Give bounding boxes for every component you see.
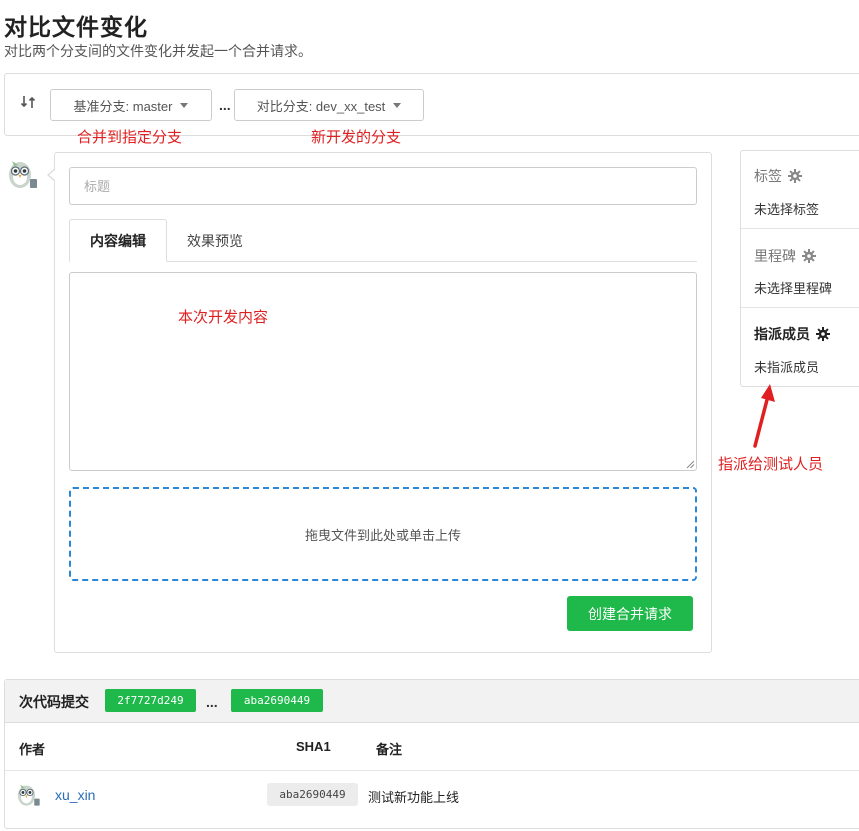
commit-author-link[interactable]: xu_xin: [55, 787, 95, 803]
milestone-value: 未选择里程碑: [754, 281, 833, 296]
swap-branches-icon[interactable]: [20, 94, 36, 110]
assignees-value: 未指派成员: [754, 360, 820, 375]
sidebar-divider: [741, 228, 859, 229]
dropzone-text: 拖曳文件到此处或单击上传: [304, 527, 461, 543]
milestone-title: 里程碑: [754, 248, 796, 264]
annotation-content: 本次开发内容: [178, 309, 269, 326]
tab-content-edit[interactable]: 内容编辑: [69, 219, 167, 262]
base-branch-dropdown[interactable]: 基准分支: master: [50, 89, 212, 121]
sidebar-assignees-header[interactable]: 指派成员: [754, 324, 830, 344]
panel-pointer-inner: [49, 169, 56, 181]
sidebar-milestone-header[interactable]: 里程碑: [754, 246, 816, 266]
annotation-assign: 指派给测试人员: [718, 456, 824, 473]
title-input[interactable]: [69, 167, 697, 205]
labels-title: 标签: [754, 168, 782, 184]
from-sha-badge[interactable]: 2f7727d249: [105, 689, 196, 712]
red-arrow: [753, 384, 775, 448]
gear-icon[interactable]: [788, 169, 802, 183]
resize-grip-icon[interactable]: [686, 460, 695, 469]
column-sha: SHA1: [296, 739, 331, 754]
page-title: 对比文件变化: [4, 14, 148, 40]
content-textarea[interactable]: [69, 272, 697, 471]
commit-note: 测试新功能上线: [368, 790, 460, 805]
base-branch-label: 基准分支: master: [73, 98, 173, 114]
annotation-compare-branch: 新开发的分支: [311, 129, 402, 146]
compare-branch-dropdown[interactable]: 对比分支: dev_xx_test: [234, 89, 424, 121]
caret-down-icon: [393, 102, 402, 108]
caret-down-icon: [180, 102, 189, 108]
sidebar-labels-header[interactable]: 标签: [754, 166, 802, 186]
table-row-divider: [5, 770, 859, 771]
labels-value: 未选择标签: [754, 202, 820, 217]
sidebar-divider: [741, 307, 859, 308]
column-author: 作者: [19, 742, 46, 757]
tab-preview[interactable]: 效果预览: [167, 219, 263, 262]
annotation-base-branch: 合并到指定分支: [77, 129, 183, 146]
page-subtitle: 对比两个分支间的文件变化并发起一个合并请求。: [4, 43, 312, 59]
commits-separator: ...: [206, 694, 218, 710]
compare-branch-label: 对比分支: dev_xx_test: [256, 98, 386, 114]
gear-icon[interactable]: [816, 327, 830, 341]
commits-title: 次代码提交: [19, 694, 89, 710]
assignees-title: 指派成员: [754, 326, 810, 342]
commit-sha[interactable]: aba2690449: [267, 783, 358, 806]
create-merge-request-button[interactable]: 创建合并请求: [567, 596, 693, 631]
to-sha-badge[interactable]: aba2690449: [231, 689, 323, 712]
gear-icon[interactable]: [802, 249, 816, 263]
branch-separator: ...: [219, 97, 231, 113]
avatar: [17, 784, 40, 806]
column-note: 备注: [376, 742, 403, 757]
file-dropzone[interactable]: 拖曳文件到此处或单击上传: [69, 487, 697, 581]
avatar: [9, 161, 37, 188]
